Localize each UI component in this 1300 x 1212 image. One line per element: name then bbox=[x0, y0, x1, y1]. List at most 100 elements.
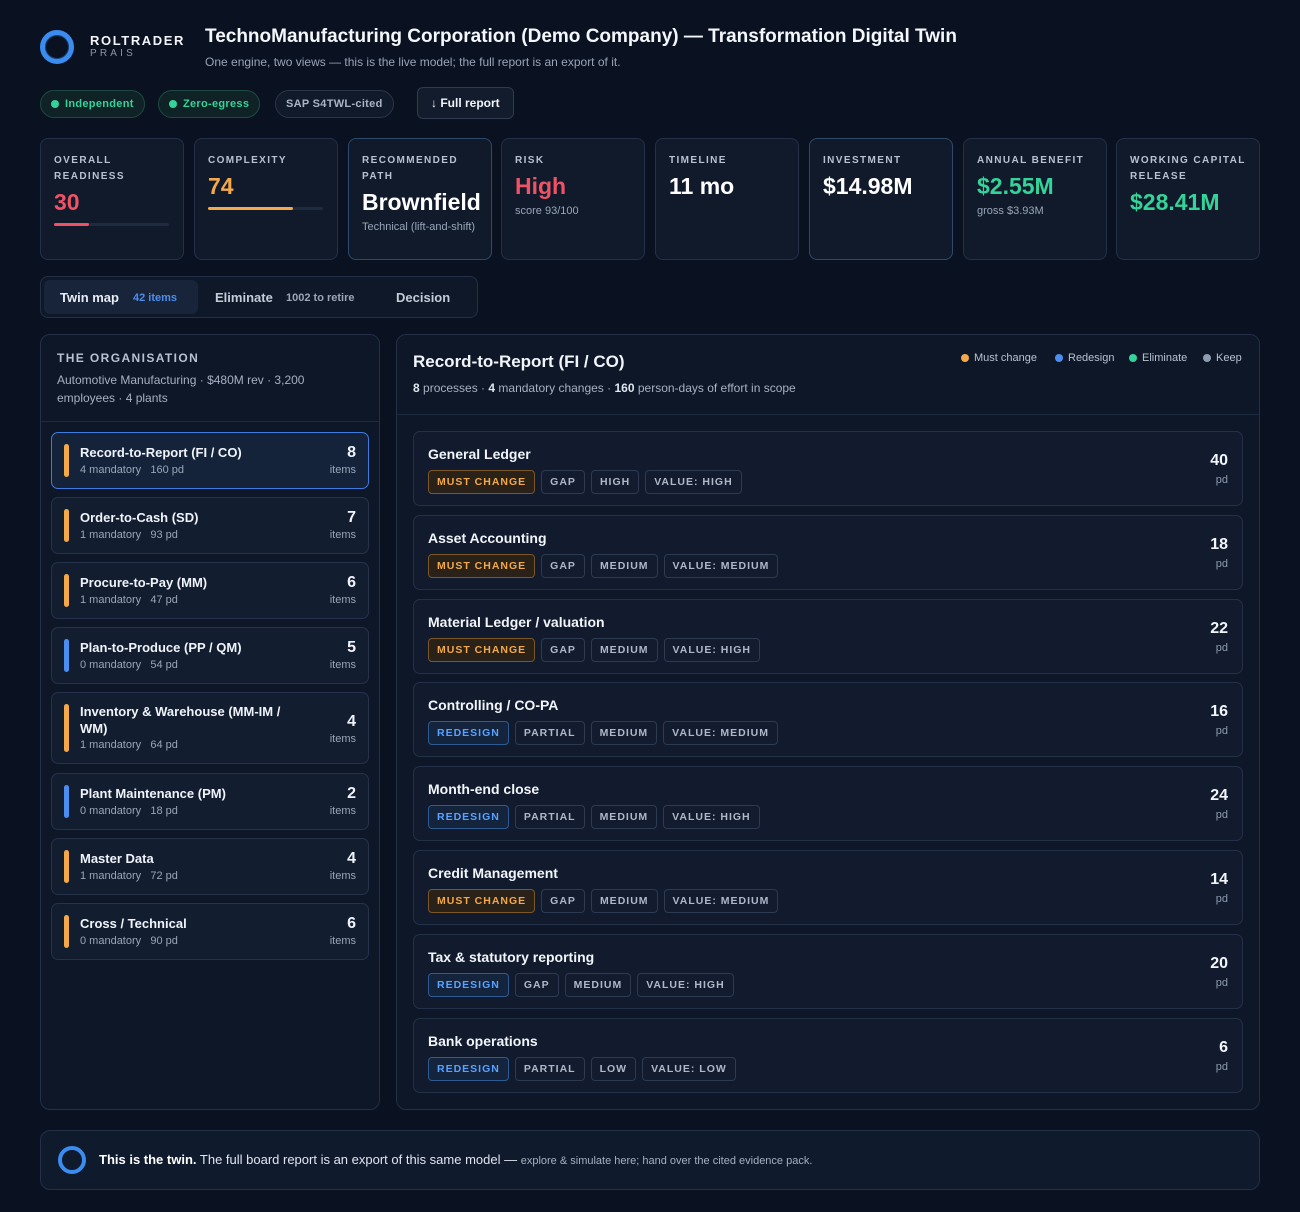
accent-bar bbox=[64, 704, 69, 752]
value-tag: VALUE: HIGH bbox=[663, 805, 760, 830]
row-effort: 22 bbox=[1210, 619, 1228, 637]
process-items-label: items bbox=[329, 870, 356, 882]
fit-tag: GAP bbox=[541, 553, 585, 578]
process-name: Master Data bbox=[80, 851, 154, 866]
logo-ring-icon bbox=[40, 30, 74, 64]
row-effort-unit: pd bbox=[1215, 474, 1228, 486]
fit-tag: GAP bbox=[541, 889, 585, 913]
action-tag: MUST CHANGE bbox=[428, 470, 536, 494]
process-item[interactable]: Plant Maintenance (PM) 0 mandatory 18 pd 2… bbox=[51, 773, 369, 830]
process-item[interactable]: Master Data 1 mandatory 72 pd 4 items bbox=[51, 838, 369, 895]
row-effort: 20 bbox=[1210, 954, 1228, 972]
process-item[interactable]: Cross / Technical 0 mandatory 90 pd 6 items bbox=[51, 903, 369, 960]
fit-tag: PARTIAL bbox=[514, 805, 585, 830]
process-items-label: items bbox=[329, 935, 356, 947]
process-meta: 0 mandatory 90 pd bbox=[80, 935, 178, 947]
row-effort: 24 bbox=[1210, 787, 1228, 805]
tab-twin-label[interactable]: Twin map bbox=[60, 290, 119, 305]
process-meta: 1 mandatory 72 pd bbox=[80, 870, 178, 882]
value-tag: VALUE: MEDIUM bbox=[663, 721, 778, 746]
process-item[interactable]: Inventory & Warehouse (MM-IM / WM) 1 mand… bbox=[51, 692, 369, 764]
process-item[interactable]: Record-to-Report (FI / CO) 4 mandatory 16… bbox=[51, 432, 369, 489]
process-row[interactable]: Controlling / CO-PA REDESIGN PARTIAL MEDIUM… bbox=[413, 682, 1243, 758]
complexity-value: 74 bbox=[208, 173, 234, 199]
row-name: Material Ledger / valuation bbox=[428, 613, 605, 630]
process-row[interactable]: Month-end close REDESIGN PARTIAL MEDIUM VALU… bbox=[413, 766, 1243, 842]
process-count: 8 bbox=[347, 444, 356, 461]
timeline-value: 11 mo bbox=[669, 173, 735, 199]
value-tag: VALUE: MEDIUM bbox=[663, 889, 779, 913]
metric-risk: Risk High score 93/100 bbox=[501, 138, 645, 260]
page-subtitle: One engine, two views — this is the live… bbox=[205, 55, 621, 69]
row-effort: 14 bbox=[1210, 871, 1228, 888]
process-meta: 0 mandatory 18 pd bbox=[80, 805, 178, 817]
tab-eliminate[interactable]: Eliminate bbox=[215, 290, 273, 305]
divider bbox=[397, 414, 1259, 415]
process-count: 4 bbox=[347, 713, 356, 730]
legend-dot-icon bbox=[1055, 354, 1063, 362]
process-item[interactable]: Order-to-Cash (SD) 1 mandatory 93 pd 7 item… bbox=[51, 497, 369, 554]
metric-investment: Investment $14.98M bbox=[809, 138, 953, 260]
complexity-tag: MEDIUM bbox=[590, 553, 658, 578]
readiness-value: 30 bbox=[54, 189, 80, 215]
legend-keep: Keep bbox=[1203, 352, 1242, 364]
tab-decision[interactable]: Decision bbox=[396, 290, 450, 305]
brand-sub: PRAIS bbox=[90, 48, 137, 59]
process-name: Plant Maintenance (PM) bbox=[80, 786, 226, 801]
row-name: Credit Management bbox=[428, 865, 558, 881]
cited-badge: SAP S4TWL-cited bbox=[275, 90, 394, 118]
process-items-label: items bbox=[329, 529, 356, 541]
status-dot-icon bbox=[169, 100, 177, 108]
process-row[interactable]: General Ledger MUST CHANGE GAP HIGH VALUE: H… bbox=[413, 431, 1243, 506]
action-tag: MUST CHANGE bbox=[428, 889, 536, 913]
organisation-description: Automotive Manufacturing · $480M rev · 3… bbox=[57, 373, 305, 405]
row-effort-unit: pd bbox=[1215, 976, 1228, 989]
complexity-tag: LOW bbox=[590, 1056, 637, 1081]
row-effort-unit: pd bbox=[1215, 809, 1228, 822]
investment-value: $14.98M bbox=[823, 173, 913, 199]
footer-text: This is the twin. The full board report … bbox=[99, 1152, 813, 1167]
process-items-label: items bbox=[329, 659, 356, 671]
process-row[interactable]: Material Ledger / valuation MUST CHANGE GA… bbox=[413, 598, 1243, 674]
complexity-tag: MEDIUM bbox=[564, 972, 632, 997]
row-name: Bank operations bbox=[428, 1032, 538, 1049]
process-item[interactable]: Plan-to-Produce (PP / QM) 0 mandatory 54 … bbox=[51, 627, 369, 684]
process-row[interactable]: Asset Accounting MUST CHANGE GAP MEDIUM VALU… bbox=[413, 514, 1243, 590]
row-name: Tax & statutory reporting bbox=[428, 948, 595, 965]
process-name: Inventory & Warehouse (MM-IM / WM) bbox=[80, 704, 281, 736]
fit-tag: GAP bbox=[541, 470, 585, 494]
row-effort-unit: pd bbox=[1215, 557, 1228, 570]
process-count: 6 bbox=[347, 915, 356, 932]
full-report-button[interactable]: ↓ Full report bbox=[417, 87, 514, 119]
accent-bar bbox=[64, 639, 69, 672]
process-meta: 1 mandatory 64 pd bbox=[80, 739, 178, 751]
benefit-sub: gross $3.93M bbox=[977, 205, 1044, 217]
accent-bar bbox=[64, 509, 69, 542]
process-item[interactable]: Procure-to-Pay (MM) 1 mandatory 47 pd 6 ite… bbox=[51, 562, 369, 619]
complexity-tag: MEDIUM bbox=[590, 805, 658, 830]
working-capital-value: $28.41M bbox=[1130, 189, 1220, 215]
process-row[interactable]: Tax & statutory reporting REDESIGN GAP MEDI… bbox=[413, 933, 1243, 1009]
process-row[interactable]: Bank operations REDESIGN PARTIAL LOW VALUE: … bbox=[413, 1017, 1243, 1093]
process-name: Order-to-Cash (SD) bbox=[80, 510, 199, 525]
legend-redesign: Redesign bbox=[1055, 352, 1114, 364]
metric-timeline: Timeline 11 mo bbox=[655, 138, 799, 260]
risk-sub: score 93/100 bbox=[515, 205, 579, 217]
process-row[interactable]: Credit Management MUST CHANGE GAP MEDIUM VAL… bbox=[413, 850, 1243, 925]
fit-tag: PARTIAL bbox=[514, 721, 585, 746]
path-value: Brownfield bbox=[362, 189, 481, 215]
accent-bar bbox=[64, 850, 69, 883]
brand-name: ROLTRADER bbox=[90, 33, 186, 48]
metric-readiness: Overall readiness 30 bbox=[40, 138, 184, 260]
row-effort-unit: pd bbox=[1215, 725, 1228, 738]
action-tag: MUST CHANGE bbox=[428, 637, 536, 662]
action-tag: REDESIGN bbox=[428, 1056, 509, 1081]
action-tag: REDESIGN bbox=[428, 972, 509, 997]
twin-ring-icon bbox=[58, 1146, 86, 1174]
process-count: 5 bbox=[347, 639, 356, 656]
tab-eliminate-count: 1002 to retire bbox=[286, 292, 355, 304]
process-items-label: items bbox=[329, 464, 356, 476]
process-items-label: items bbox=[329, 733, 356, 745]
process-items-label: items bbox=[329, 594, 356, 606]
fit-tag: PARTIAL bbox=[514, 1056, 585, 1081]
